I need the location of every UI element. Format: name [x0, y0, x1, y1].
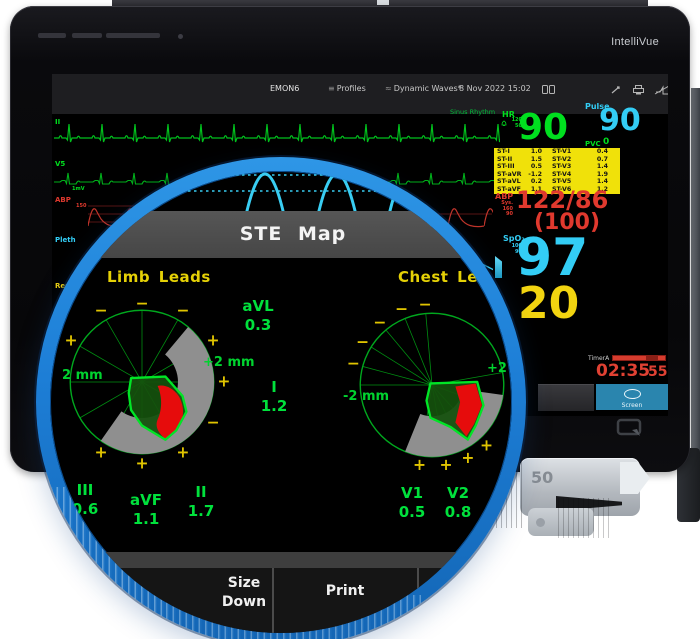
limb-leads-label: Limb Leads: [107, 268, 211, 286]
pages-icon[interactable]: [542, 85, 555, 96]
svg-text:+: +: [440, 456, 453, 474]
lead-ii: II1.7: [171, 483, 231, 521]
svg-text:−: −: [206, 414, 219, 432]
ecg2-label[interactable]: V5: [55, 160, 65, 168]
pvc-value: 0: [603, 138, 609, 147]
module-clip: [620, 462, 650, 494]
module-knob: [536, 518, 545, 527]
ste-menu-bar: SizeDown Print: [50, 568, 512, 633]
chest-leads-polar-chart: − − − − − + + + +: [354, 307, 510, 463]
svg-text:−: −: [356, 333, 369, 351]
timer-time: 02:35: [596, 363, 650, 380]
svg-text:−: −: [135, 295, 148, 313]
chest-plus2mm-label: +2 m: [487, 361, 512, 376]
alarm-pause-icon[interactable]: [654, 85, 668, 97]
pulse-value: 90: [599, 106, 641, 136]
svg-text:+: +: [461, 449, 474, 467]
mount-chip: [377, 0, 389, 5]
main-screen-key-icon[interactable]: [614, 416, 646, 440]
ste-window-titlebar: STE Map: [50, 211, 512, 258]
abp-value: 122/86: [516, 188, 608, 212]
svg-text:+: +: [206, 332, 219, 350]
svg-text:−: −: [395, 300, 408, 318]
lead-iii: III0.6: [55, 481, 115, 519]
ste-menu-separator: [50, 552, 512, 568]
st-row: ST-I1.0ST-V10.4: [494, 148, 620, 156]
bezel-vent: [72, 33, 102, 38]
print-button[interactable]: Print: [280, 582, 410, 601]
light-sensor: [178, 34, 183, 39]
timer-seconds: 55: [648, 365, 667, 379]
screen-select-menu[interactable]: ≈Dynamic Waves*: [385, 84, 462, 93]
chest-leads-label: Chest Leads: [398, 268, 509, 286]
softkey-blank[interactable]: [538, 384, 594, 411]
magnified-view: STE Map Limb Leads Chest Leads: [50, 171, 512, 633]
st-row: ST-aVL0.2ST-V51.4: [494, 178, 620, 186]
profiles-icon: ≡: [328, 84, 335, 93]
lead-v2: V20.8: [428, 484, 488, 522]
screen-key-label: Screen: [596, 403, 668, 409]
svg-text:+: +: [480, 437, 493, 455]
printer-icon[interactable]: [632, 85, 645, 97]
status-bar: EMON6 ≡Profiles ≈Dynamic Waves* 8 Nov 20…: [52, 74, 668, 115]
svg-text:+: +: [95, 444, 108, 462]
spo2-value: 97: [516, 232, 588, 284]
ste-window-title: STE Map: [62, 223, 512, 245]
scene: IntelliVue EMON6 ≡Profiles ≈Dynamic Wave…: [0, 0, 700, 639]
svg-text:+: +: [135, 455, 148, 473]
st-row: ST-III0.5ST-V31.4: [494, 163, 620, 171]
svg-text:−: −: [347, 355, 360, 373]
svg-text:−: −: [176, 302, 189, 320]
svg-text:−: −: [418, 295, 431, 313]
module-label: 50: [531, 468, 553, 487]
lead-avf: aVF1.1: [116, 491, 176, 529]
bezel-vent: [38, 33, 66, 38]
brand-logo: IntelliVue: [611, 36, 659, 48]
svg-text:+: +: [64, 332, 77, 350]
photo-artifact: [558, 498, 612, 538]
st-row: ST-II1.5ST-V20.7: [494, 156, 620, 164]
pvc-label: PVC: [585, 140, 601, 148]
screen-key-icon: [624, 389, 641, 399]
bezel-vent: [106, 33, 160, 38]
menu-divider: [417, 568, 419, 608]
limb-plus2mm-label: +2 mm: [203, 355, 255, 370]
alarm-bell-icon: [501, 120, 507, 127]
telemetry-icon[interactable]: [610, 85, 622, 97]
magnifier-ring: STE Map Limb Leads Chest Leads: [36, 157, 526, 639]
ecg1-label[interactable]: II: [55, 118, 60, 126]
profiles-menu[interactable]: ≡Profiles: [328, 84, 366, 93]
svg-text:−: −: [95, 302, 108, 320]
lead-avl: aVL0.3: [228, 297, 288, 335]
chest-minus2mm-label: -2 mm: [343, 389, 389, 404]
svg-text:−: −: [373, 313, 386, 331]
monitor-name[interactable]: EMON6: [270, 84, 299, 93]
hr-value: 90: [518, 110, 568, 146]
svg-text:+: +: [176, 444, 189, 462]
lead-i: I1.2: [244, 378, 304, 416]
limb-minus2mm-label: 2 mm: [62, 368, 103, 383]
resp-value[interactable]: 20: [518, 282, 579, 326]
mount-pole: [691, 88, 700, 466]
datetime[interactable]: 8 Nov 2022 15:02: [459, 84, 531, 93]
waves-icon: ≈: [385, 84, 392, 93]
st-row: ST-aVR-1.2ST-V41.9: [494, 171, 620, 179]
screen-key-button[interactable]: Screen: [596, 384, 668, 410]
svg-text:+: +: [413, 456, 426, 474]
svg-text:+: +: [217, 373, 230, 391]
